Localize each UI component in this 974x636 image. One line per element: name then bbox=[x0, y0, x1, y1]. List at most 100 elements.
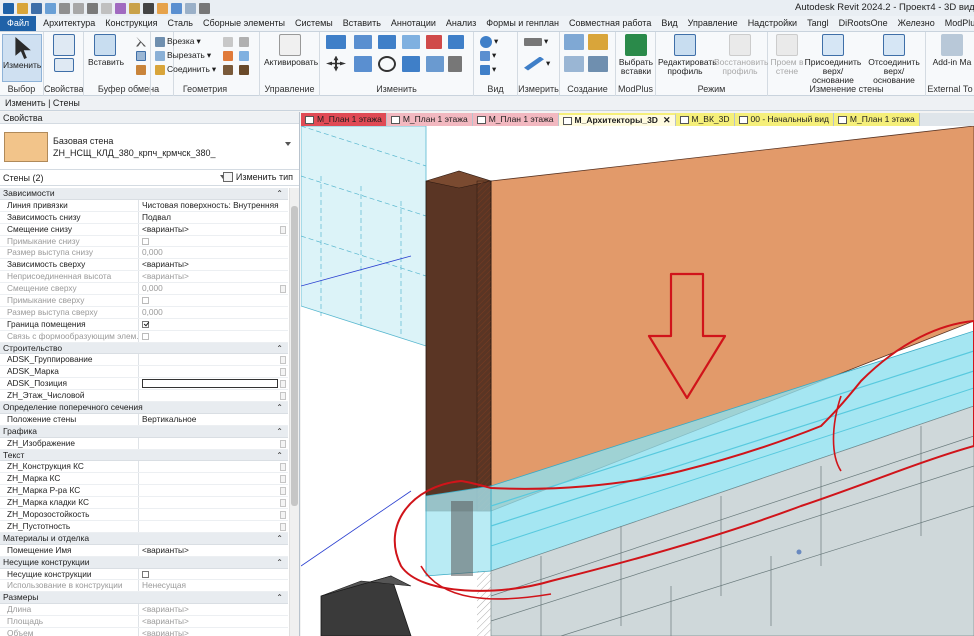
hammer-button[interactable] bbox=[239, 64, 249, 75]
save-icon[interactable] bbox=[31, 2, 42, 14]
property-row[interactable]: Размер выступа снизу 0,000 bbox=[0, 247, 288, 260]
associate-parameter-button[interactable] bbox=[280, 225, 286, 234]
property-value[interactable]: <варианты> bbox=[139, 545, 288, 556]
view-tab-5[interactable]: 00 - Начальный вид bbox=[734, 113, 834, 126]
property-group[interactable]: Несущие конструкции ⌃ bbox=[0, 556, 288, 569]
detach-top-base-button[interactable]: Отсоединить верх/основание bbox=[864, 34, 924, 85]
ribbon-tab-4[interactable]: Сборные элементы bbox=[198, 16, 290, 31]
override-graphics-button[interactable]: ▾ bbox=[480, 50, 496, 61]
collapse-chevron-icon[interactable]: ⌃ bbox=[276, 450, 283, 462]
collapse-chevron-icon[interactable]: ⌃ bbox=[276, 557, 283, 569]
mirror-axis-button[interactable] bbox=[378, 34, 396, 49]
property-row[interactable]: Помещение Имя <варианты> bbox=[0, 544, 288, 557]
3d-view-icon[interactable] bbox=[157, 2, 168, 14]
measure-icon[interactable] bbox=[101, 2, 112, 14]
ribbon-tab-15[interactable]: DiRootsOne bbox=[834, 16, 893, 31]
property-row[interactable]: Связь с формообразующим элем... bbox=[0, 330, 288, 343]
offset-button[interactable] bbox=[354, 34, 372, 49]
ribbon-tab-9[interactable]: Формы и генплан bbox=[481, 16, 564, 31]
property-value[interactable] bbox=[139, 509, 288, 520]
paste-button[interactable]: Вставить bbox=[88, 34, 124, 67]
copy-button[interactable] bbox=[136, 50, 146, 61]
property-row[interactable]: Смещение сверху 0,000 bbox=[0, 283, 288, 296]
ribbon-tab-1[interactable]: Архитектура bbox=[38, 16, 100, 31]
ribbon-tab-17[interactable]: ModPlus bbox=[940, 16, 974, 31]
match-type-button[interactable] bbox=[136, 64, 146, 75]
property-row[interactable]: ZH_Пустотность bbox=[0, 520, 288, 533]
property-row[interactable]: Площадь <варианты> bbox=[0, 616, 288, 628]
ribbon-tab-6[interactable]: Вставить bbox=[338, 16, 386, 31]
associate-parameter-button[interactable] bbox=[280, 463, 286, 472]
create-parts-button[interactable] bbox=[588, 33, 608, 50]
copy-element-button[interactable] bbox=[354, 55, 372, 72]
associate-parameter-button[interactable] bbox=[280, 487, 286, 496]
instance-filter[interactable]: Стены (2) Изменить тип bbox=[0, 170, 299, 186]
property-row[interactable]: Несущие конструкции bbox=[0, 568, 288, 581]
property-value[interactable]: <варианты> bbox=[139, 224, 288, 235]
collapse-chevron-icon[interactable]: ⌃ bbox=[276, 343, 283, 355]
property-row[interactable]: ZH_Морозостойкость bbox=[0, 509, 288, 521]
associate-parameter-button[interactable] bbox=[280, 475, 286, 484]
property-row[interactable]: Зависимость снизу Подвал bbox=[0, 211, 288, 224]
property-row[interactable]: Объем <варианты> bbox=[0, 627, 288, 636]
property-value[interactable] bbox=[139, 390, 288, 401]
property-row[interactable]: Положение стены Вертикальное bbox=[0, 413, 288, 426]
property-row[interactable]: ZH_Марка кладки КС bbox=[0, 497, 288, 510]
properties-button[interactable] bbox=[50, 34, 78, 74]
measure-button[interactable]: ▾ bbox=[524, 36, 548, 47]
property-row[interactable]: Граница помещения bbox=[0, 318, 288, 331]
remove-paint-button[interactable] bbox=[239, 50, 249, 61]
print-icon[interactable] bbox=[87, 2, 98, 14]
associate-parameter-button[interactable] bbox=[280, 499, 286, 508]
property-row[interactable]: ADSK_Марка bbox=[0, 366, 288, 379]
pin-button[interactable] bbox=[448, 55, 462, 72]
property-row[interactable]: Размер выступа сверху 0,000 bbox=[0, 306, 288, 319]
lightbulb-button[interactable]: ▾ bbox=[480, 35, 498, 48]
ribbon-tab-2[interactable]: Конструкция bbox=[100, 16, 162, 31]
ribbon-tab-11[interactable]: Вид bbox=[656, 16, 682, 31]
property-group[interactable]: Определение поперечного сечения ⌃ bbox=[0, 402, 288, 414]
property-row[interactable]: Длина <варианты> bbox=[0, 604, 288, 617]
dimension-icon[interactable] bbox=[115, 2, 126, 14]
wall-joins-button[interactable] bbox=[239, 36, 249, 47]
property-group[interactable]: Размеры ⌃ bbox=[0, 592, 288, 605]
modify-button[interactable]: Изменить bbox=[2, 34, 42, 82]
sync-icon[interactable] bbox=[45, 2, 56, 14]
properties-scroll-thumb[interactable] bbox=[291, 206, 298, 506]
ribbon-tab-0[interactable]: Файл bbox=[0, 16, 37, 31]
property-input[interactable] bbox=[142, 379, 278, 389]
associate-parameter-button[interactable] bbox=[280, 392, 286, 401]
ribbon-tab-14[interactable]: Tangl bbox=[802, 16, 834, 31]
foundation-block[interactable] bbox=[320, 575, 412, 636]
collapse-chevron-icon[interactable]: ⌃ bbox=[276, 533, 283, 545]
edit-profile-button[interactable]: Редактировать профиль bbox=[658, 34, 717, 76]
property-value[interactable] bbox=[139, 497, 288, 508]
mirror-draw-button[interactable] bbox=[402, 34, 420, 49]
associate-parameter-button[interactable] bbox=[280, 368, 286, 377]
activate-button[interactable]: Активировать bbox=[264, 34, 318, 67]
ribbon-tab-16[interactable]: Железно bbox=[893, 16, 940, 31]
ribbon-tab-8[interactable]: Анализ bbox=[441, 16, 481, 31]
collapse-chevron-icon[interactable]: ⌃ bbox=[276, 426, 283, 438]
split-face-button[interactable] bbox=[223, 36, 233, 47]
property-row[interactable]: ZH_Марка КС bbox=[0, 473, 288, 486]
property-row[interactable]: ADSK_Группирование bbox=[0, 354, 288, 367]
array-button[interactable] bbox=[426, 55, 444, 72]
attach-top-base-button[interactable]: Присоединить верх/основание bbox=[804, 34, 862, 85]
select-group-label[interactable]: Выбор bbox=[0, 84, 43, 94]
open-icon[interactable] bbox=[17, 2, 28, 14]
property-row[interactable]: Неприсоединенная высота <варианты> bbox=[0, 271, 288, 284]
view-tab-0[interactable]: М_План 1 этажа bbox=[301, 113, 387, 126]
property-value[interactable] bbox=[139, 485, 288, 496]
associate-parameter-button[interactable] bbox=[280, 522, 286, 531]
wall-section-cut[interactable] bbox=[425, 170, 493, 512]
cut-geometry-button[interactable]: Вырезать ▾ bbox=[155, 50, 211, 61]
property-row[interactable]: ZH_Конструкция КС bbox=[0, 461, 288, 474]
associate-parameter-button[interactable] bbox=[280, 439, 286, 448]
paint-button[interactable] bbox=[223, 50, 233, 61]
property-row[interactable]: ZH_Марка Р-ра КС bbox=[0, 485, 288, 498]
ribbon-tab-10[interactable]: Совместная работа bbox=[564, 16, 656, 31]
text-icon[interactable] bbox=[143, 2, 154, 14]
view-tab-2[interactable]: М_План 1 этажа bbox=[472, 113, 559, 126]
property-group[interactable]: Материалы и отделка ⌃ bbox=[0, 532, 288, 545]
